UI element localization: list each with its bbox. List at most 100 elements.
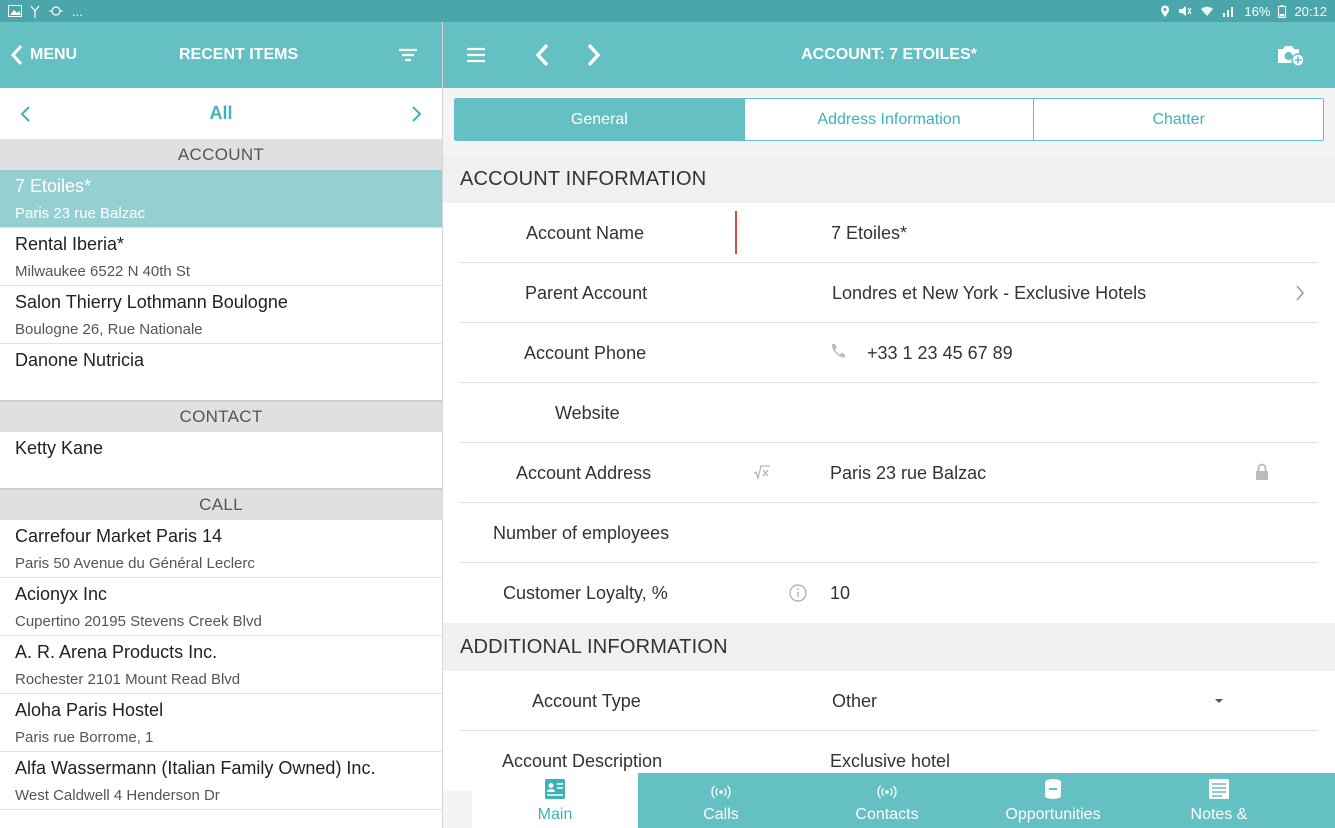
status-bar: ... 16% 20:12 <box>0 0 1335 22</box>
field-website[interactable]: Website <box>443 383 1335 443</box>
chevron-left-icon[interactable] <box>16 104 36 124</box>
nav-contacts[interactable]: Contacts <box>804 773 970 828</box>
chevron-left-icon[interactable] <box>533 42 553 68</box>
phone-icon[interactable] <box>829 342 847 360</box>
formula-icon <box>753 465 770 480</box>
field-label: Number of employees <box>493 522 670 543</box>
nav-label: Calls <box>703 806 739 823</box>
field-label: Account Type <box>532 690 641 711</box>
filter-label[interactable]: All <box>209 103 232 124</box>
item-sub: Boulogne 26, Rue Nationale <box>15 321 203 338</box>
section-contact: CONTACT Ketty Kane <box>0 402 442 490</box>
chevron-right-icon[interactable] <box>406 104 426 124</box>
filter-pager: All <box>0 88 442 140</box>
item-sub: Paris 50 Avenue du Général Leclerc <box>15 555 255 572</box>
gallery-icon <box>8 5 22 17</box>
section-account: ACCOUNT 7 Etoiles* Paris 23 rue Balzac R… <box>0 140 442 402</box>
list-item[interactable]: Acionyx Inc Cupertino 20195 Stevens Cree… <box>0 578 442 636</box>
field-value[interactable]: Other <box>832 671 877 731</box>
section-account-information: ACCOUNT INFORMATION <box>443 155 1335 203</box>
broadcast-icon <box>877 785 897 799</box>
chevron-right-icon[interactable] <box>1294 283 1306 303</box>
notes-icon <box>1209 779 1229 799</box>
item-sub: Milwaukee 6522 N 40th St <box>15 263 191 280</box>
item-name: Aloha Paris Hostel <box>15 700 164 720</box>
field-number-of-employees[interactable]: Number of employees <box>443 503 1335 563</box>
item-sub: Cupertino 20195 Stevens Creek Blvd <box>15 613 262 630</box>
field-value[interactable]: Londres et New York - Exclusive Hotels <box>832 263 1146 323</box>
battery-icon <box>1278 4 1287 18</box>
chevron-right-icon[interactable] <box>583 42 603 68</box>
mute-icon <box>1178 5 1192 17</box>
list-item[interactable]: 7 Etoiles* Paris 23 rue Balzac <box>0 170 442 228</box>
list-item[interactable]: Aloha Paris Hostel Paris rue Borrome, 1 <box>0 694 442 752</box>
list-item[interactable]: Ketty Kane <box>0 432 442 490</box>
list-item[interactable]: Rental Iberia* Milwaukee 6522 N 40th St <box>0 228 442 286</box>
item-name: Danone Nutricia <box>15 350 145 370</box>
right-header: ACCOUNT: 7 ETOILES* <box>443 22 1335 88</box>
field-account-phone[interactable]: Account Phone +33 1 23 45 67 89 <box>443 323 1335 383</box>
field-label: Customer Loyalty, % <box>503 582 668 603</box>
nav-opportunities[interactable]: Opportunities <box>970 773 1136 828</box>
detail-tabs: General Address Information Chatter <box>454 98 1324 141</box>
field-account-address[interactable]: Account Address Paris 23 rue Balzac <box>443 443 1335 503</box>
clock: 20:12 <box>1294 3 1327 19</box>
info-icon[interactable] <box>789 584 807 602</box>
field-account-name[interactable]: Account Name 7 Etoiles* <box>443 203 1335 263</box>
list-item[interactable]: A. R. Arena Products Inc. Rochester 2101… <box>0 636 442 694</box>
chevron-left-icon <box>10 45 23 65</box>
nav-notes[interactable]: Notes & <box>1136 773 1302 828</box>
menu-label: MENU <box>30 46 78 63</box>
nav-calls[interactable]: Calls <box>638 773 804 828</box>
field-value[interactable]: 7 Etoiles* <box>831 203 907 263</box>
list-item[interactable]: Carrefour Market Paris 14 Paris 50 Avenu… <box>0 520 442 578</box>
field-value[interactable]: +33 1 23 45 67 89 <box>867 323 1013 383</box>
list-item[interactable]: Alfa Wassermann (Italian Family Owned) I… <box>0 752 442 810</box>
item-sub: Rochester 2101 Mount Read Blvd <box>15 671 241 688</box>
location-icon <box>1160 5 1170 18</box>
item-sub: Paris 23 rue Balzac <box>15 205 146 222</box>
page-title: ACCOUNT: 7 ETOILES* <box>801 46 977 63</box>
tab-chatter[interactable]: Chatter <box>1034 99 1323 140</box>
required-indicator <box>735 211 737 254</box>
field-label: Website <box>555 402 620 423</box>
lock-icon <box>1256 463 1268 480</box>
field-label: Account Phone <box>524 342 647 363</box>
field-parent-account[interactable]: Parent Account Londres et New York - Exc… <box>443 263 1335 323</box>
section-header: CONTACT <box>0 402 442 432</box>
item-name: A. R. Arena Products Inc. <box>15 642 218 662</box>
field-customer-loyalty[interactable]: Customer Loyalty, % 10 <box>443 563 1335 623</box>
account-detail-pane: ACCOUNT: 7 ETOILES* General Address Info… <box>443 22 1335 828</box>
signal-icon <box>1222 5 1236 17</box>
item-name: Ketty Kane <box>15 438 104 458</box>
left-header: MENU RECENT ITEMS <box>0 22 442 88</box>
field-value: Paris 23 rue Balzac <box>830 462 987 483</box>
caret-down-icon[interactable] <box>1213 697 1225 705</box>
list-item[interactable]: Salon Thierry Lothmann Boulogne Boulogne… <box>0 286 442 344</box>
list-item[interactable]: Danone Nutricia <box>0 344 442 402</box>
field-value[interactable]: 10 <box>830 563 850 623</box>
nav-label: Contacts <box>855 806 919 823</box>
sync-icon <box>48 5 64 17</box>
nav-main[interactable]: Main <box>472 773 638 828</box>
recent-items-title: RECENT ITEMS <box>179 46 299 63</box>
item-sub: West Caldwell 4 Henderson Dr <box>15 787 220 804</box>
tab-general[interactable]: General <box>455 99 745 140</box>
menu-back-button[interactable]: MENU <box>10 44 77 66</box>
nav-label: Main <box>537 806 573 823</box>
contact-card-icon <box>545 779 565 799</box>
tab-address-information[interactable]: Address Information <box>745 99 1035 140</box>
section-header: CALL <box>0 490 442 520</box>
cylinder-icon <box>1045 779 1061 799</box>
field-label: Account Address <box>516 462 652 483</box>
filter-icon[interactable] <box>396 44 420 66</box>
bottom-navigation: Main Calls Contacts Opportunities Notes … <box>472 773 1335 828</box>
item-name: Salon Thierry Lothmann Boulogne <box>15 292 288 312</box>
section-call: CALL Carrefour Market Paris 14 Paris 50 … <box>0 490 442 810</box>
field-label: Parent Account <box>525 282 648 303</box>
item-name: 7 Etoiles* <box>15 176 92 196</box>
field-account-type[interactable]: Account Type Other <box>443 671 1335 731</box>
antenna-icon <box>30 5 40 18</box>
hamburger-menu-icon[interactable] <box>465 45 487 65</box>
camera-add-icon[interactable] <box>1275 43 1305 67</box>
